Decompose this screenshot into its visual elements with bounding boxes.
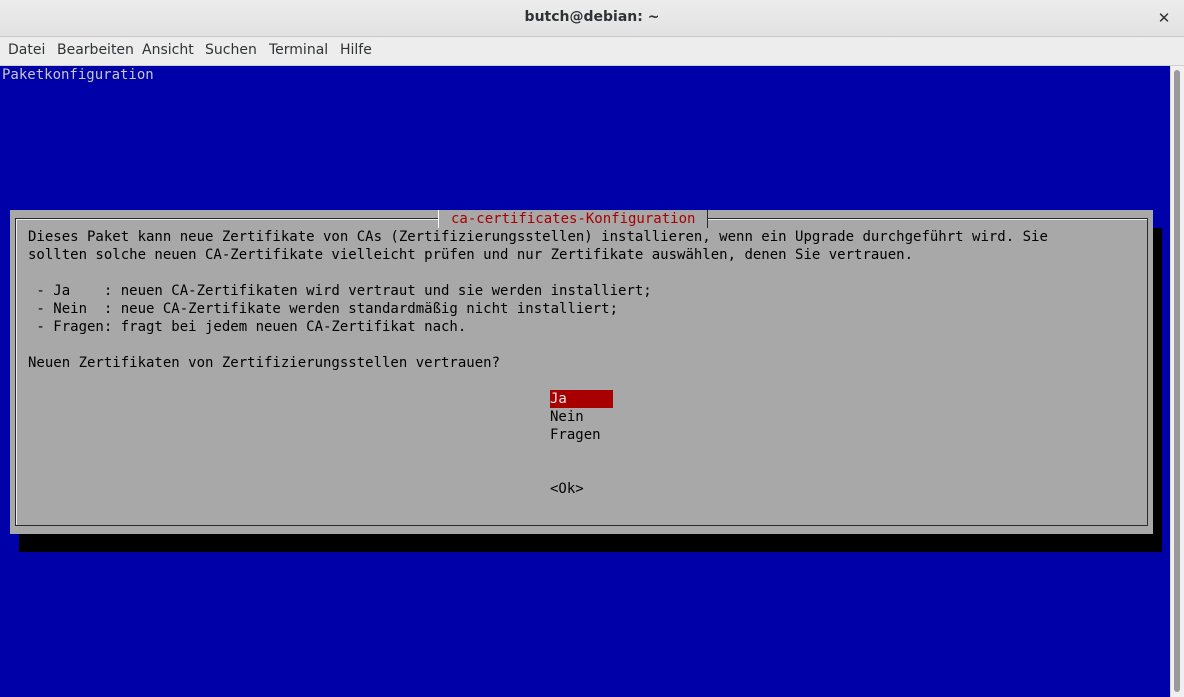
- config-dialog: ca-certificates-Konfiguration Dieses Pak…: [10, 210, 1153, 534]
- scrollbar-thumb[interactable]: [1174, 70, 1180, 692]
- dialog-text-line: - Fragen: fragt bei jedem neuen CA-Zerti…: [28, 319, 467, 335]
- menu-hilfe[interactable]: Hilfe: [340, 42, 372, 58]
- menubar: Datei Bearbeiten Ansicht Suchen Terminal…: [0, 37, 1184, 66]
- option-fragen[interactable]: Fragen: [550, 426, 601, 444]
- dialog-text-line: - Ja : neuen CA-Zertifikaten wird vertra…: [28, 283, 652, 299]
- menu-suchen[interactable]: Suchen: [205, 42, 257, 58]
- menu-terminal[interactable]: Terminal: [269, 42, 328, 58]
- close-icon[interactable]: ✕: [1154, 8, 1174, 28]
- backtitle: Paketkonfiguration: [2, 67, 154, 83]
- window-title: butch@debian: ~: [524, 9, 660, 25]
- dialog-title: ca-certificates-Konfiguration: [438, 210, 709, 228]
- option-ja[interactable]: Ja: [550, 390, 613, 408]
- option-nein[interactable]: Nein: [550, 408, 584, 426]
- menu-ansicht[interactable]: Ansicht: [142, 42, 194, 58]
- menu-datei[interactable]: Datei: [8, 42, 45, 58]
- terminal-screen[interactable]: Paketkonfiguration ca-certificates-Konfi…: [0, 66, 1170, 697]
- window-titlebar[interactable]: butch@debian: ~ ✕: [0, 0, 1184, 37]
- menu-bearbeiten[interactable]: Bearbeiten: [57, 42, 134, 58]
- dialog-text-line: - Nein : neue CA-Zertifikate werden stan…: [28, 301, 619, 317]
- dialog-text-line: Dieses Paket kann neue Zertifikate von C…: [28, 229, 1048, 245]
- scrollbar[interactable]: [1170, 66, 1184, 697]
- dialog-question: Neuen Zertifikaten von Zertifizierungsst…: [28, 355, 501, 371]
- dialog-text-line: sollten solche neuen CA-Zertifikate viel…: [28, 247, 914, 263]
- ok-button[interactable]: <Ok>: [550, 480, 584, 498]
